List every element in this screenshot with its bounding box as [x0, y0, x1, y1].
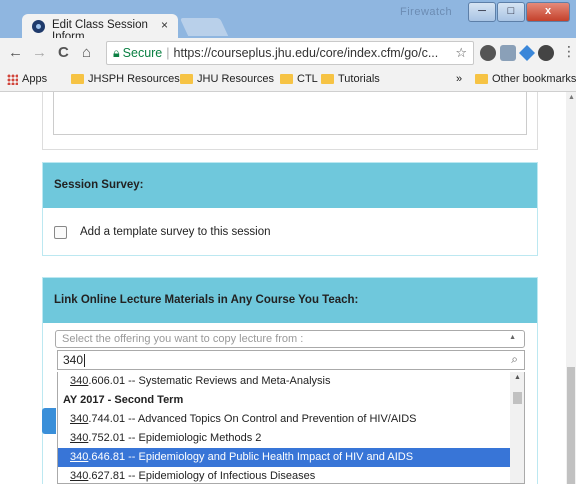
session-survey-panel: Session Survey: Add a template survey to…: [42, 162, 538, 256]
tab-close-icon[interactable]: ×: [161, 18, 168, 32]
bookmark-jhu-resources[interactable]: JHU Resources: [180, 73, 274, 85]
window-titlebar: Edit Class Session Inform × Firewatch ─ …: [0, 0, 576, 43]
bookmarks-overflow-icon[interactable]: »: [456, 73, 462, 85]
home-icon[interactable]: ⌂: [82, 44, 91, 61]
result-option[interactable]: 340.744.01 -- Advanced Topics On Control…: [58, 410, 510, 429]
extension-moon-icon[interactable]: [538, 45, 554, 61]
offering-select-placeholder: Select the offering you want to copy lec…: [62, 333, 304, 345]
lock-icon: 🔒︎: [113, 46, 120, 60]
secure-label: Secure: [122, 46, 163, 60]
result-match: 340: [70, 375, 89, 387]
bookmark-tutorials[interactable]: Tutorials: [321, 73, 380, 85]
search-value: 340: [63, 353, 84, 367]
folder-icon: [180, 74, 193, 84]
notes-panel: [42, 92, 538, 150]
bookmark-label: Tutorials: [338, 73, 380, 85]
result-rest: .744.01 -- Advanced Topics On Control an…: [88, 413, 417, 425]
new-tab-button[interactable]: [179, 18, 229, 36]
bookmark-apps-label: Apps: [22, 73, 48, 85]
result-option[interactable]: 340.606.01 -- Systematic Reviews and Met…: [58, 372, 510, 391]
folder-icon: [71, 74, 84, 84]
scroll-up-arrow-icon[interactable]: ▲: [514, 374, 521, 381]
result-option[interactable]: 340.627.81 -- Epidemiology of Infectious…: [58, 467, 510, 483]
survey-checkbox-label: Add a template survey to this session: [80, 226, 271, 238]
folder-icon: [321, 74, 334, 84]
reload-icon[interactable]: C: [58, 44, 69, 61]
bookmark-apps[interactable]: Apps: [7, 73, 47, 85]
result-match: 340: [70, 470, 89, 482]
bookmark-label: JHSPH Resources: [88, 73, 180, 85]
page-scroll-thumb[interactable]: [567, 367, 575, 484]
search-icon: ⌕: [511, 352, 518, 366]
bookmark-ctl[interactable]: CTL: [280, 73, 318, 85]
result-match: 340: [70, 413, 89, 425]
window-close-button[interactable]: x: [526, 2, 570, 22]
result-rest: .646.81 -- Epidemiology and Public Healt…: [88, 451, 414, 463]
bookmark-jhsph-resources[interactable]: JHSPH Resources: [71, 73, 180, 85]
survey-checkbox[interactable]: [54, 226, 67, 239]
extension-square-icon[interactable]: [500, 45, 516, 61]
url-text: https://courseplus.jhu.edu/core/index.cf…: [173, 46, 439, 60]
browser-toolbar: ← → C ⌂ 🔒︎ Secure | https://courseplus.jhu.…: [0, 38, 576, 68]
scroll-up-arrow-icon[interactable]: ▲: [568, 94, 575, 101]
bookmarks-bar: Apps JHSPH Resources JHU Resources CTL T…: [0, 68, 576, 92]
bookmark-other[interactable]: Other bookmarks: [475, 73, 576, 85]
result-option[interactable]: 340.752.01 -- Epidemiologic Methods 2: [58, 429, 510, 448]
address-bar[interactable]: 🔒︎ Secure | https://courseplus.jhu.edu/core…: [106, 41, 474, 65]
forward-arrow-icon[interactable]: →: [32, 44, 47, 61]
result-rest: .752.01 -- Epidemiologic Methods 2: [88, 432, 262, 444]
folder-icon: [475, 74, 488, 84]
bookmark-star-icon[interactable]: ☆: [455, 45, 467, 61]
result-rest: .627.81 -- Epidemiology of Infectious Di…: [88, 470, 316, 482]
bookmark-label: CTL: [297, 73, 318, 85]
result-match: 340: [70, 451, 89, 463]
window-title: Firewatch: [400, 6, 453, 18]
lecture-materials-header: Link Online Lecture Materials in Any Cou…: [43, 278, 537, 323]
offering-select[interactable]: Select the offering you want to copy lec…: [55, 330, 525, 348]
submit-button-edge[interactable]: [42, 408, 56, 434]
apps-grid-icon: [7, 73, 18, 85]
browser-tab-active[interactable]: Edit Class Session Inform ×: [22, 14, 178, 43]
result-match: 340: [70, 432, 89, 444]
back-arrow-icon[interactable]: ←: [8, 44, 23, 61]
minimize-button[interactable]: ─: [468, 2, 496, 22]
offering-results-list: 340.606.01 -- Systematic Reviews and Met…: [57, 372, 525, 484]
extension-w-icon[interactable]: [480, 45, 496, 61]
results-scroll-thumb[interactable]: [513, 392, 522, 404]
page-content: Session Survey: Add a template survey to…: [0, 92, 566, 484]
bookmark-label: Other bookmarks: [492, 73, 576, 85]
bookmark-label: JHU Resources: [197, 73, 275, 85]
window-controls: ─ □ x: [468, 2, 570, 22]
result-rest: .606.01 -- Systematic Reviews and Meta-A…: [88, 375, 331, 387]
site-favicon-icon: [32, 20, 45, 33]
caret-up-icon: ▲: [509, 334, 516, 341]
result-option-highlighted[interactable]: 340.646.81 -- Epidemiology and Public He…: [58, 448, 510, 467]
maximize-button[interactable]: □: [497, 2, 525, 22]
notes-textarea[interactable]: [53, 92, 527, 135]
folder-icon: [280, 74, 293, 84]
session-survey-header: Session Survey:: [43, 163, 537, 208]
page-scrollbar[interactable]: ▲: [566, 92, 576, 484]
offering-search-input[interactable]: 340 ⌕: [57, 350, 525, 370]
result-group-label: AY 2017 - Second Term: [63, 394, 184, 406]
browser-menu-icon[interactable]: ⋮: [562, 43, 576, 60]
results-scrollbar[interactable]: ▲: [510, 372, 524, 483]
extension-dropbox-icon[interactable]: [519, 45, 535, 61]
